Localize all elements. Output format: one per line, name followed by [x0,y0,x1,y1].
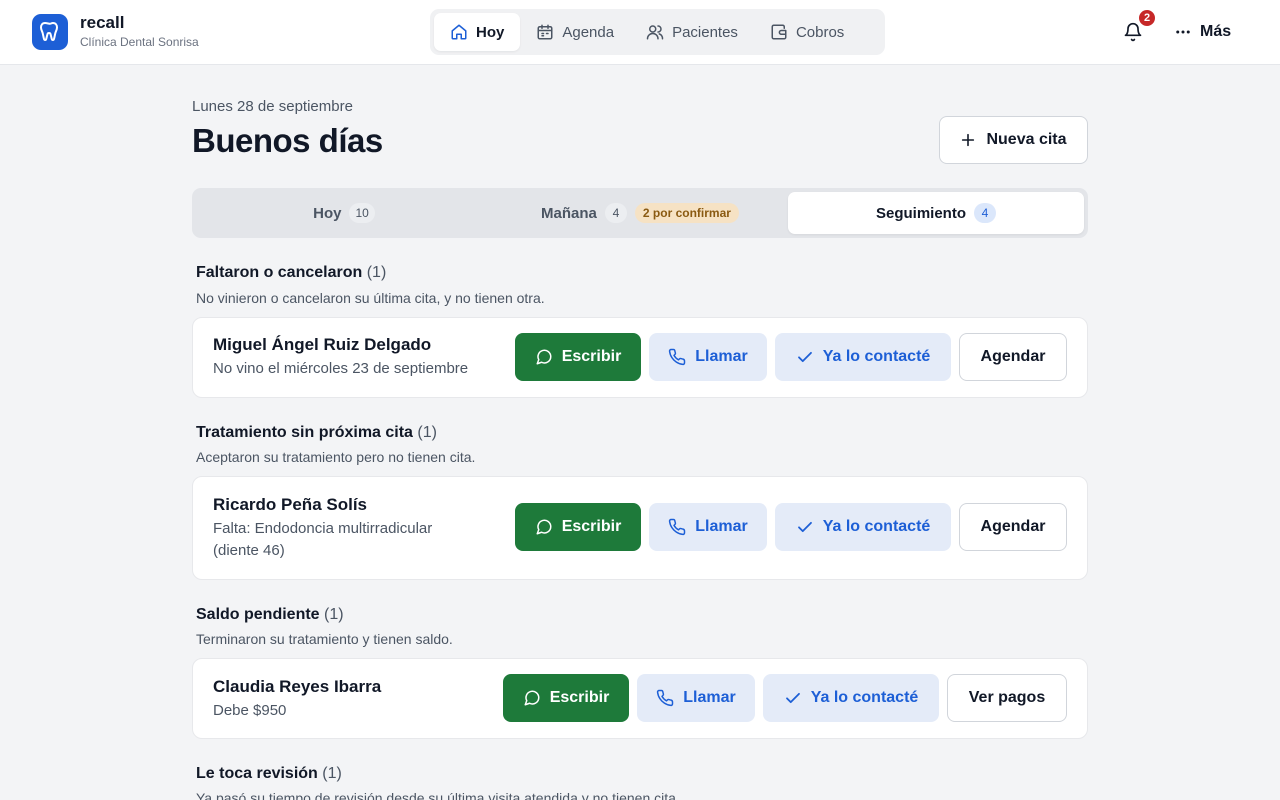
nav-item-cobros[interactable]: Cobros [754,13,860,51]
patient-card: Claudia Reyes Ibarra Debe $950 Escribir … [192,658,1088,739]
nav-item-pacientes[interactable]: Pacientes [630,13,754,51]
nav-item-hoy[interactable]: Hoy [434,13,521,51]
check-icon [797,521,812,533]
patient-note: No vino el miércoles 23 de septiembre [213,360,469,377]
section-title: Tratamiento sin próxima cita (1) [196,424,437,442]
write-label: Escribir [549,689,610,706]
more-label: Más [1200,23,1232,40]
more-menu-button[interactable]: Más [1174,18,1231,46]
tab-seguimiento[interactable]: Seguimiento 4 [788,192,1084,234]
write-button[interactable]: Escribir [503,674,629,722]
section-title-text: Tratamiento sin próxima cita [196,424,413,441]
section-count: (1) [322,765,342,782]
phone-icon [669,348,686,366]
tab-label: Mañana [541,204,597,222]
nav-item-label: Agenda [562,23,615,41]
patient-name: Claudia Reyes Ibarra [213,677,382,696]
calendar-icon [537,24,553,40]
section-title-text: Saldo pendiente [196,606,320,623]
section-count: (1) [417,424,437,441]
clinic-name: Clínica Dental Sonrisa [80,35,199,49]
write-button[interactable]: Escribir [515,503,641,551]
pending-confirmation-badge: 2 por confirmar [634,203,739,223]
section-description: Ya pasó su tiempo de revisión desde su ú… [196,790,680,800]
home-icon [451,24,467,40]
check-icon [797,351,812,363]
section-title: Saldo pendiente (1) [196,606,344,624]
section-description: Aceptaron su tratamiento pero no tienen … [196,449,476,465]
patient-note: Falta: Endodoncia multirradicular (dient… [213,520,433,559]
mark-contacted-label: Ya lo contacté [810,689,919,706]
new-appointment-label: Nueva cita [986,131,1067,148]
mark-contacted-button[interactable]: Ya lo contacté [775,333,951,381]
tooth-icon [32,14,68,50]
view-tabs: Hoy 10 Mañana 4 2 por confirmar Seguimie… [192,188,1088,238]
tab-count-badge: 10 [349,203,375,223]
call-label: Llamar [695,348,748,365]
schedule-button[interactable]: Agendar [959,503,1067,551]
call-label: Llamar [683,689,736,706]
schedule-label: Agendar [980,518,1046,535]
nav-item-label: Hoy [476,23,505,41]
new-appointment-button[interactable]: Nueva cita [939,116,1088,164]
section-title-text: Le toca revisión [196,765,318,782]
section-count: (1) [324,606,344,623]
tab-label: Seguimiento [875,204,966,222]
top-bar: recall Clínica Dental Sonrisa Hoy Agenda… [0,0,1280,65]
write-label: Escribir [561,348,622,365]
users-icon [646,25,664,40]
section-count: (1) [366,264,387,281]
write-label: Escribir [561,518,622,535]
phone-icon [669,518,686,536]
schedule-label: Agendar [980,348,1046,365]
tab-count-badge: 4 [974,203,996,223]
section-title: Faltaron o cancelaron (1) [196,264,386,282]
view-payments-label: Ver pagos [968,689,1046,706]
message-circle-icon [524,690,540,706]
write-button[interactable]: Escribir [515,333,641,381]
call-button[interactable]: Llamar [649,333,767,381]
tab-label: Hoy [313,204,342,222]
plus-icon [962,133,975,147]
call-label: Llamar [695,518,748,535]
message-circle-icon [536,519,552,535]
tab-hoy[interactable]: Hoy 10 [196,192,492,234]
call-button[interactable]: Llamar [649,503,767,551]
more-horizontal-icon [1176,30,1190,34]
wallet-icon [771,24,787,40]
main-nav: Hoy Agenda Pacientes Cobros [430,9,885,55]
patient-name: Ricardo Peña Solís [213,495,367,514]
mark-contacted-label: Ya lo contacté [822,348,931,365]
tab-manana[interactable]: Mañana 4 2 por confirmar [492,192,788,234]
patient-card: Ricardo Peña Solís Falta: Endodoncia mul… [192,476,1088,580]
mark-contacted-label: Ya lo contacté [822,518,931,535]
brand[interactable]: recall Clínica Dental Sonrisa [32,14,199,50]
current-date: Lunes 28 de septiembre [192,98,353,115]
call-button[interactable]: Llamar [637,674,755,722]
check-icon [785,692,800,704]
view-payments-button[interactable]: Ver pagos [947,674,1067,722]
brand-name: recall [80,13,125,32]
mark-contacted-button[interactable]: Ya lo contacté [763,674,939,722]
notification-count-badge: 2 [1137,8,1157,28]
section-title: Le toca revisión (1) [196,765,342,783]
mark-contacted-button[interactable]: Ya lo contacté [775,503,951,551]
schedule-button[interactable]: Agendar [959,333,1067,381]
page-title: Buenos días [192,122,383,159]
nav-item-agenda[interactable]: Agenda [520,13,630,51]
section-description: No vinieron o cancelaron su última cita,… [196,290,545,306]
phone-icon [657,689,674,707]
section-description: Terminaron su tratamiento y tienen saldo… [196,631,453,647]
section-title-text: Faltaron o cancelaron [196,264,363,281]
patient-card: Miguel Ángel Ruiz Delgado No vino el mié… [192,317,1088,398]
nav-item-label: Pacientes [672,23,738,41]
tab-count-badge: 4 [604,203,627,223]
nav-item-label: Cobros [795,23,845,41]
message-circle-icon [536,349,552,365]
patient-name: Miguel Ángel Ruiz Delgado [213,335,432,354]
patient-note: Debe $950 [213,702,287,719]
